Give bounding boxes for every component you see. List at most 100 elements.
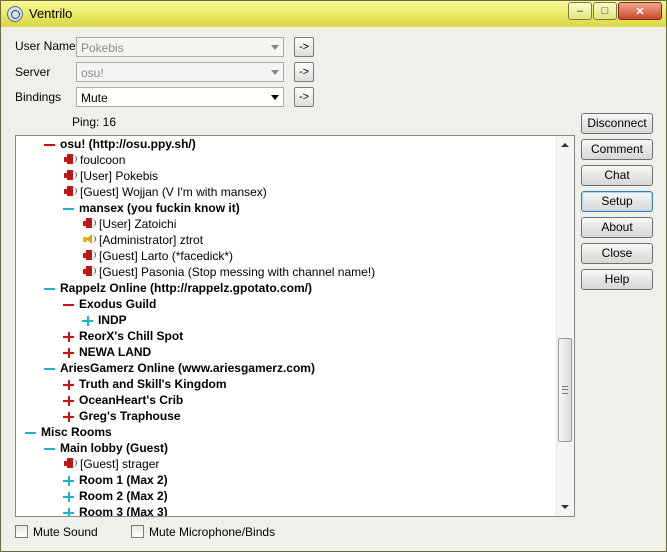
server-label: Server [15, 65, 51, 79]
user-row[interactable]: [User] Pokebis [63, 168, 158, 184]
collapse-minus-icon [44, 361, 55, 377]
bindings-combo[interactable]: Mute [76, 87, 284, 107]
speaker-icon [82, 249, 96, 262]
channel-row[interactable]: Exodus Guild [63, 296, 156, 312]
row-label: [User] Pokebis [80, 169, 159, 183]
channel-row[interactable]: Misc Rooms [25, 424, 112, 440]
row-label: [Guest] Wojjan (V I'm with mansex) [80, 185, 267, 199]
user-name-value: Pokebis [81, 41, 124, 55]
minimize-button[interactable]: – [568, 2, 592, 20]
expand-plus-icon [63, 393, 74, 409]
client-area: User Name Pokebis -> Server osu! -> Bind… [5, 27, 662, 547]
channel-row[interactable]: INDP [82, 312, 127, 328]
bindings-value: Mute [81, 91, 108, 105]
user-row[interactable]: foulcoon [63, 152, 125, 168]
channel-row[interactable]: AriesGamerz Online (www.ariesgamerz.com) [44, 360, 315, 376]
expand-plus-icon [63, 505, 74, 516]
channel-row[interactable]: NEWA LAND [63, 344, 151, 360]
speaker-icon [63, 457, 77, 470]
channel-tree[interactable]: osu! (http://osu.ppy.sh/) foulcoon [User] … [15, 135, 575, 517]
collapse-minus-icon [25, 425, 36, 441]
scroll-up-arrow-icon[interactable] [561, 143, 569, 147]
mute-sound-checkbox[interactable]: Mute Sound [15, 525, 98, 539]
collapse-minus-icon [44, 441, 55, 457]
maximize-button[interactable]: □ [593, 2, 617, 20]
channel-row[interactable]: Rappelz Online (http://rappelz.gpotato.c… [44, 280, 312, 296]
collapse-minus-icon [63, 297, 74, 313]
server-value: osu! [81, 66, 104, 80]
title-bar[interactable]: Ventrilo – □ ✕ [1, 1, 666, 27]
user-row[interactable]: [Guest] Pasonia (Stop messing with chann… [82, 264, 375, 280]
bindings-arrow-button[interactable]: -> [294, 87, 314, 107]
window-title: Ventrilo [29, 6, 73, 21]
mute-mic-label: Mute Microphone/Binds [149, 525, 276, 539]
mute-sound-label: Mute Sound [33, 525, 98, 539]
row-label: [User] Zatoichi [99, 217, 177, 231]
speaker-icon [82, 217, 96, 230]
collapse-minus-icon [44, 137, 55, 153]
channel-row[interactable]: Room 1 (Max 2) [63, 472, 168, 488]
ventrilo-app-icon [7, 6, 23, 22]
collapse-minus-icon [63, 201, 74, 217]
expand-plus-icon [63, 489, 74, 505]
channel-row[interactable]: OceanHeart's Crib [63, 392, 183, 408]
user-row[interactable]: [Guest] Larto (*facedick*) [82, 248, 233, 264]
channel-row[interactable]: ReorX's Chill Spot [63, 328, 183, 344]
row-label: [Guest] Larto (*facedick*) [99, 249, 234, 263]
dropdown-arrow-icon [271, 70, 279, 75]
row-label: Main lobby (Guest) [60, 441, 168, 455]
user-row[interactable]: [User] Zatoichi [82, 216, 176, 232]
row-label: INDP [98, 313, 127, 327]
about-button[interactable]: About [581, 217, 653, 238]
channel-row[interactable]: osu! (http://osu.ppy.sh/) [44, 136, 196, 152]
server-combo[interactable]: osu! [76, 62, 284, 82]
row-label: ReorX's Chill Spot [79, 329, 184, 343]
expand-plus-icon [63, 377, 74, 393]
close-button[interactable]: Close [581, 243, 653, 264]
expand-plus-icon [63, 329, 74, 345]
server-arrow-button[interactable]: -> [294, 62, 314, 82]
row-label: Room 3 (Max 3) [79, 505, 168, 517]
row-label: Greg's Traphouse [79, 409, 181, 423]
row-label: Exodus Guild [79, 297, 157, 311]
channel-row[interactable]: Greg's Traphouse [63, 408, 181, 424]
setup-button[interactable]: Setup [581, 191, 653, 212]
row-label: Room 1 (Max 2) [79, 473, 168, 487]
checkbox-icon [131, 525, 144, 538]
tree-scrollbar[interactable] [556, 136, 574, 516]
user-row[interactable]: [Administrator] ztrot [82, 232, 203, 248]
user-name-arrow-button[interactable]: -> [294, 37, 314, 57]
row-label: osu! (http://osu.ppy.sh/) [60, 137, 196, 151]
channel-row[interactable]: mansex (you fuckin know it) [63, 200, 240, 216]
user-row[interactable]: [Guest] Wojjan (V I'm with mansex) [63, 184, 267, 200]
mute-mic-checkbox[interactable]: Mute Microphone/Binds [131, 525, 275, 539]
speaker-icon [82, 233, 96, 246]
scroll-down-arrow-icon[interactable] [561, 505, 569, 509]
user-name-combo[interactable]: Pokebis [76, 37, 284, 57]
speaker-icon [63, 185, 77, 198]
grip-icon [562, 386, 568, 394]
row-label: [Guest] strager [80, 457, 160, 471]
speaker-icon [63, 153, 77, 166]
expand-plus-icon [82, 313, 93, 329]
channel-row[interactable]: Main lobby (Guest) [44, 440, 168, 456]
comment-button[interactable]: Comment [581, 139, 653, 160]
channel-row[interactable]: Truth and Skill's Kingdom [63, 376, 227, 392]
user-name-label: User Name [15, 39, 76, 53]
close-window-button[interactable]: ✕ [618, 2, 662, 20]
channel-row[interactable]: Room 3 (Max 3) [63, 504, 168, 517]
scroll-thumb[interactable] [558, 338, 572, 442]
speaker-icon [63, 169, 77, 182]
chat-button[interactable]: Chat [581, 165, 653, 186]
row-label: OceanHeart's Crib [79, 393, 184, 407]
ping-status: Ping: 16 [72, 115, 117, 129]
channel-row[interactable]: Room 2 (Max 2) [63, 488, 168, 504]
ventrilo-window: Ventrilo – □ ✕ User Name Pokebis -> Serv… [0, 0, 667, 552]
disconnect-button[interactable]: Disconnect [581, 113, 653, 134]
row-label: Rappelz Online (http://rappelz.gpotato.c… [60, 281, 312, 295]
user-row[interactable]: [Guest] strager [63, 456, 159, 472]
help-button[interactable]: Help [581, 269, 653, 290]
row-label: NEWA LAND [79, 345, 152, 359]
expand-plus-icon [63, 473, 74, 489]
dropdown-arrow-icon [271, 95, 279, 100]
